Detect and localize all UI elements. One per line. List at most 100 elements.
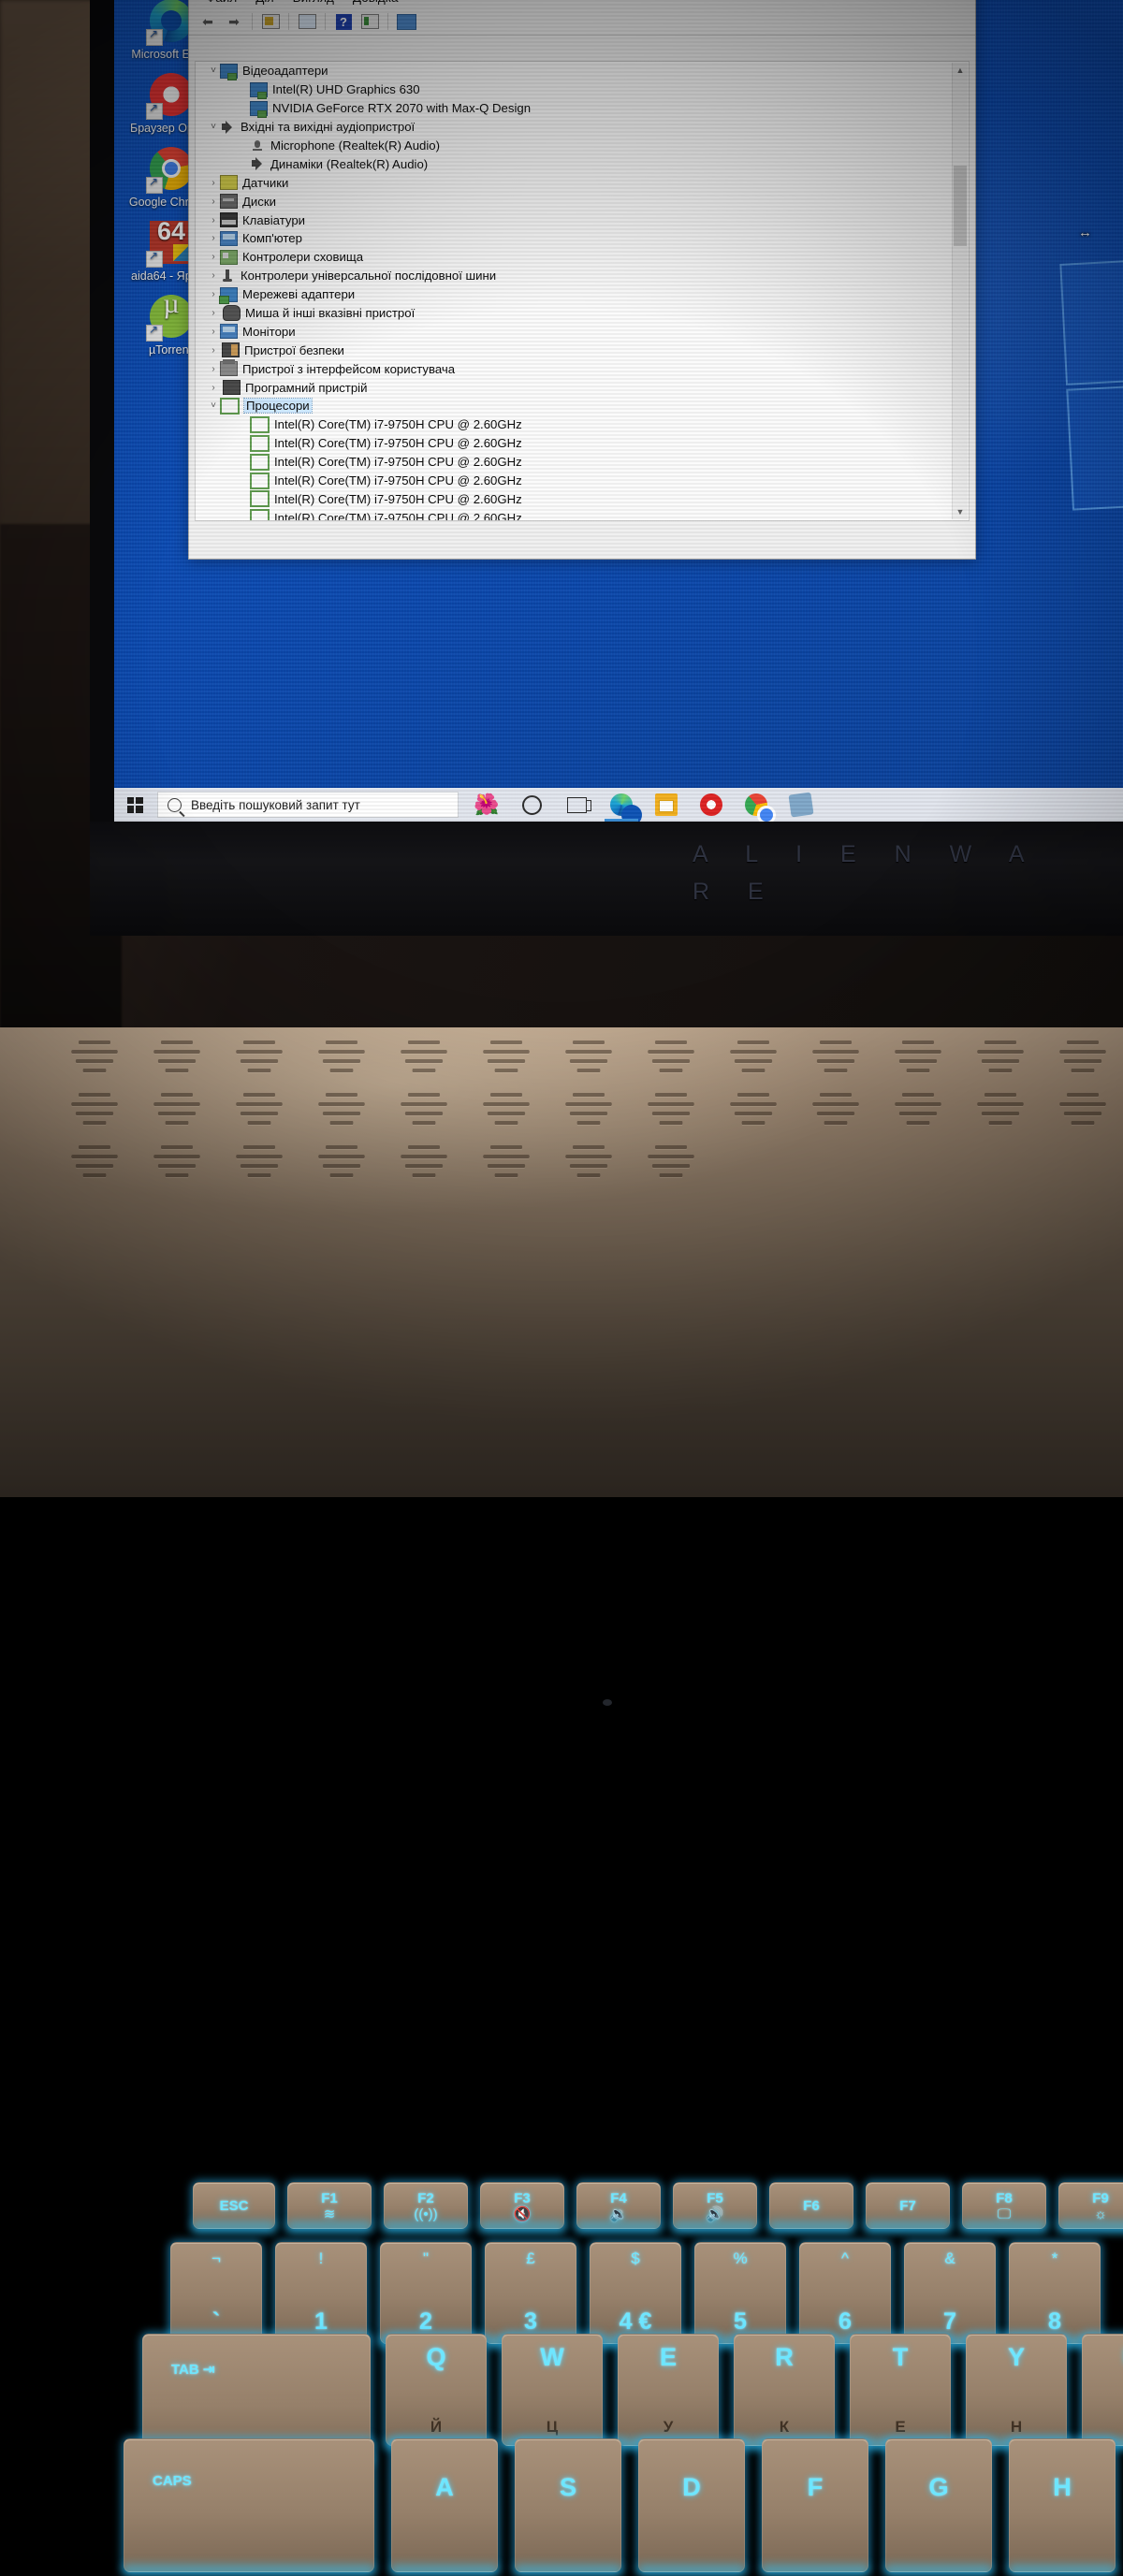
device-tree-row[interactable]: NVIDIA GeForce RTX 2070 with Max-Q Desig…	[196, 99, 969, 118]
key-f8[interactable]: F8 🖵	[960, 2182, 1048, 2233]
show-hidden-devices-icon[interactable]	[395, 11, 417, 32]
chevron-right-icon[interactable]: ›	[207, 345, 220, 356]
chevron-right-icon[interactable]: ›	[207, 364, 220, 374]
help-icon[interactable]: ?	[332, 11, 355, 32]
key-g[interactable]: G	[883, 2438, 994, 2576]
back-arrow-icon[interactable]: ⬅	[197, 11, 219, 32]
menu-item-action[interactable]: Дія	[246, 0, 283, 7]
scrollbar-thumb[interactable]	[954, 166, 967, 246]
search-box[interactable]: Введіть пошуковий запит тут	[157, 792, 459, 818]
properties-icon[interactable]	[259, 11, 282, 32]
device-tree-row[interactable]: › Комп'ютер	[196, 229, 969, 248]
toolbar-separator	[288, 13, 289, 30]
taskbar-item-chrome[interactable]	[734, 788, 779, 822]
key-4[interactable]: $4 €	[588, 2242, 683, 2348]
chevron-right-icon[interactable]: ›	[207, 289, 220, 299]
task-view-icon[interactable]	[554, 788, 599, 822]
chevron-down-icon[interactable]: ˅	[207, 65, 220, 76]
device-tree-row[interactable]: › Диски	[196, 192, 969, 211]
key-r[interactable]: RК	[732, 2334, 837, 2450]
chevron-down-icon[interactable]: ˅	[207, 400, 220, 411]
scroll-down-button[interactable]: ▼	[953, 504, 968, 519]
key-1[interactable]: ! 1	[273, 2242, 369, 2348]
taskbar-item-edge[interactable]	[599, 788, 644, 822]
chevron-right-icon[interactable]: ›	[207, 215, 220, 226]
key-f3[interactable]: F3 🔇	[478, 2182, 566, 2233]
device-tree-row[interactable]: Intel(R) Core(TM) i7-9750H CPU @ 2.60GHz	[196, 508, 969, 520]
scan-hardware-icon[interactable]	[358, 11, 381, 32]
device-tree-row[interactable]: › Монітори	[196, 322, 969, 341]
device-tree-row[interactable]: › Пристрої з інтерфейсом користувача	[196, 359, 969, 378]
chevron-right-icon[interactable]: ›	[207, 383, 220, 393]
chevron-right-icon[interactable]: ›	[207, 308, 220, 318]
key-u[interactable]: UГ	[1080, 2334, 1123, 2450]
device-tree-row[interactable]: › Мережеві адаптери	[196, 285, 969, 304]
key-t[interactable]: TЕ	[848, 2334, 953, 2450]
device-tree-row[interactable]: › Миша й інші вказівні пристрої	[196, 304, 969, 323]
tree-scrollbar[interactable]: ▲ ▼	[952, 63, 968, 519]
menu-item-view[interactable]: Вигляд	[284, 0, 343, 7]
device-tree-row[interactable]: Динаміки (Realtek(R) Audio)	[196, 154, 969, 173]
device-tree-row[interactable]: › Пристрої безпеки	[196, 341, 969, 359]
chevron-right-icon[interactable]: ›	[207, 327, 220, 337]
key-f1[interactable]: F1 ≋	[285, 2182, 373, 2233]
device-tree-row[interactable]: Intel(R) Core(TM) i7-9750H CPU @ 2.60GHz	[196, 453, 969, 472]
start-button[interactable]	[114, 788, 155, 822]
key-s[interactable]: S	[513, 2438, 623, 2576]
key-f9[interactable]: F9 ☼	[1057, 2182, 1123, 2233]
scroll-up-button[interactable]: ▲	[953, 63, 968, 78]
taskbar-item-pinned-app[interactable]	[779, 788, 824, 822]
device-tree-row[interactable]: ˅ Процесори	[196, 397, 969, 415]
device-tree-row[interactable]: › Контролери універсальної послідовної ши…	[196, 267, 969, 285]
device-tree-row[interactable]: › Клавіатури	[196, 211, 969, 229]
device-tree-row[interactable]: ˅ Відеоадаптери	[196, 62, 969, 80]
forward-arrow-icon[interactable]: ➡	[223, 11, 245, 32]
device-tree-row[interactable]: Intel(R) Core(TM) i7-9750H CPU @ 2.60GHz	[196, 415, 969, 434]
device-tree-row[interactable]: ˅ Вхідні та вихідні аудіопристрої	[196, 118, 969, 137]
key-8[interactable]: * 8	[1007, 2242, 1102, 2348]
chevron-right-icon[interactable]: ›	[207, 270, 220, 281]
menu-item-file[interactable]: Файл	[197, 0, 246, 7]
key-f2[interactable]: F2 ((•))	[382, 2182, 470, 2233]
key-w[interactable]: WЦ	[500, 2334, 605, 2450]
key-6[interactable]: ^ 6	[797, 2242, 893, 2348]
device-tree-row[interactable]: › Датчики	[196, 173, 969, 192]
key-f4[interactable]: F4 🔉	[575, 2182, 663, 2233]
key-caps-lock[interactable]: CAPS	[122, 2438, 376, 2576]
device-tree-row[interactable]: › Контролери сховища	[196, 248, 969, 267]
key-esc[interactable]: ESC	[191, 2182, 277, 2233]
key-f5[interactable]: F5 🔊	[671, 2182, 759, 2233]
key-f7[interactable]: F7	[864, 2182, 952, 2233]
poinsettia-icon[interactable]: 🌺	[464, 788, 509, 822]
cortana-icon[interactable]	[509, 788, 554, 822]
device-tree-row[interactable]: › Програмний пристрій	[196, 378, 969, 397]
key-d[interactable]: D	[636, 2438, 747, 2576]
key-y[interactable]: YН	[964, 2334, 1069, 2450]
key-h[interactable]: H	[1007, 2438, 1117, 2576]
taskbar-item-opera[interactable]	[689, 788, 734, 822]
chevron-right-icon[interactable]: ›	[207, 178, 220, 188]
device-tree-row[interactable]: Microphone (Realtek(R) Audio)	[196, 137, 969, 155]
key-f6[interactable]: F6	[767, 2182, 855, 2233]
device-tree-row[interactable]: Intel(R) Core(TM) i7-9750H CPU @ 2.60GHz	[196, 434, 969, 453]
key-f[interactable]: F	[760, 2438, 870, 2576]
device-tree-row[interactable]: Intel(R) Core(TM) i7-9750H CPU @ 2.60GHz	[196, 472, 969, 490]
device-tree-row[interactable]: Intel(R) Core(TM) i7-9750H CPU @ 2.60GHz	[196, 489, 969, 508]
device-tree-row[interactable]: Intel(R) UHD Graphics 630	[196, 80, 969, 99]
device-tree[interactable]: ˅ Відеоадаптери Intel(R) UHD Graphics 630 N…	[195, 61, 970, 521]
update-driver-icon[interactable]	[296, 11, 318, 32]
key-5[interactable]: % 5	[693, 2242, 788, 2348]
chevron-right-icon[interactable]: ›	[207, 233, 220, 243]
key-q[interactable]: QЙ	[384, 2334, 489, 2450]
key-3[interactable]: £3	[483, 2242, 578, 2348]
chevron-right-icon[interactable]: ›	[207, 196, 220, 207]
key-e[interactable]: EУ	[616, 2334, 721, 2450]
menu-item-help[interactable]: Довідка	[343, 0, 408, 7]
key-7[interactable]: & 7	[902, 2242, 998, 2348]
key-a[interactable]: A	[389, 2438, 500, 2576]
key-2[interactable]: " 2	[378, 2242, 474, 2348]
chevron-down-icon[interactable]: ˅	[207, 122, 220, 132]
taskbar-item-file-explorer[interactable]	[644, 788, 689, 822]
key-`[interactable]: ¬ `	[168, 2242, 264, 2348]
chevron-right-icon[interactable]: ›	[207, 252, 220, 262]
